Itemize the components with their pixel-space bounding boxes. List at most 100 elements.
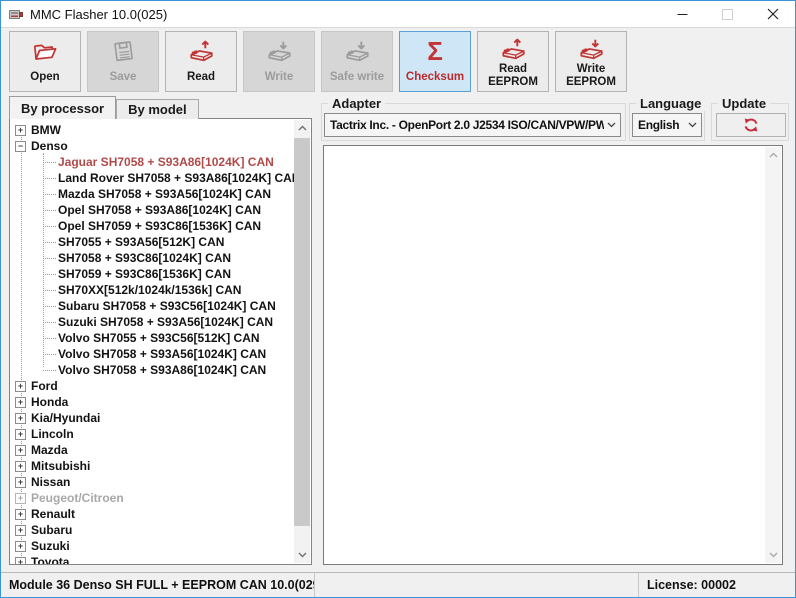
read-button[interactable]: Read xyxy=(165,31,237,92)
tree-node[interactable]: + Mitsubishi xyxy=(10,458,294,474)
tree-node[interactable]: + Peugeot/Citroen xyxy=(10,490,294,506)
tree-node[interactable]: SH7058 + S93C86[1024K] CAN xyxy=(10,250,294,266)
tree-node[interactable]: Volvo SH7058 + S93A56[1024K] CAN xyxy=(10,346,294,362)
maximize-button[interactable] xyxy=(705,1,750,27)
tree-node[interactable]: + Lincoln xyxy=(10,426,294,442)
tree-scrollbar[interactable] xyxy=(294,120,310,563)
tree-node[interactable]: + Kia/Hyundai xyxy=(10,410,294,426)
expand-toggle-icon[interactable]: + xyxy=(15,476,26,488)
output-text-area[interactable] xyxy=(323,145,783,565)
tree-node-label: Mazda SH7058 + S93A56[1024K] CAN xyxy=(58,187,272,201)
tree-node[interactable]: + Toyota xyxy=(10,554,294,565)
open-button[interactable]: Open xyxy=(9,31,81,92)
tree-node[interactable]: Mazda SH7058 + S93A56[1024K] CAN xyxy=(10,186,294,202)
left-tab-strip: By processor By model xyxy=(9,96,199,119)
tree-node[interactable]: Opel SH7059 + S93C86[1536K] CAN xyxy=(10,218,294,234)
language-select[interactable]: English xyxy=(632,113,702,137)
tree-node-label: Mitsubishi xyxy=(31,459,91,473)
write-button[interactable]: Write xyxy=(243,31,315,92)
tree-node-label: Volvo SH7058 + S93A86[1024K] CAN xyxy=(58,363,267,377)
expand-toggle-icon[interactable]: + xyxy=(15,380,26,392)
expand-toggle-icon[interactable]: + xyxy=(15,428,26,440)
checksum-button[interactable]: Σ Checksum xyxy=(399,31,471,92)
write-eeprom-button[interactable]: Write EEPROM xyxy=(555,31,627,92)
expand-toggle-icon[interactable]: + xyxy=(15,412,26,424)
language-selected-value: English xyxy=(638,118,680,132)
expand-toggle-icon[interactable]: + xyxy=(15,444,26,456)
close-button[interactable] xyxy=(750,1,795,27)
tree-node[interactable]: Volvo SH7058 + S93A86[1024K] CAN xyxy=(10,362,294,378)
language-label: Language xyxy=(636,96,706,111)
tree-node[interactable]: Subaru SH7058 + S93C56[1024K] CAN xyxy=(10,298,294,314)
tree-node[interactable]: + Renault xyxy=(10,506,294,522)
processor-tree-panel: + BMW − Denso Jaguar SH7058 + S93A86[1024K] … xyxy=(9,118,312,565)
tree-node-label: Toyota xyxy=(31,555,70,565)
tree-node-label: BMW xyxy=(31,123,61,137)
chip-arrow-up-icon xyxy=(187,36,215,66)
tree-connector xyxy=(43,369,56,371)
tree-node[interactable]: + Mazda xyxy=(10,442,294,458)
tree-node-label: Renault xyxy=(31,507,76,521)
tree-connector xyxy=(43,161,56,163)
tree-node[interactable]: + Suzuki xyxy=(10,538,294,554)
tree-node[interactable]: + Ford xyxy=(10,378,294,394)
tab-by-model[interactable]: By model xyxy=(116,99,199,119)
read-button-label: Read xyxy=(186,70,216,83)
tree-connector xyxy=(43,289,56,291)
tree-node[interactable]: SH70XX[512k/1024k/1536k] CAN xyxy=(10,282,294,298)
tree-node[interactable]: Land Rover SH7058 + S93A86[1024K] CAN xyxy=(10,170,300,186)
expand-toggle-icon[interactable]: + xyxy=(15,396,26,408)
tree-node[interactable]: Opel SH7058 + S93A86[1024K] CAN xyxy=(10,202,294,218)
tree-node[interactable]: Volvo SH7055 + S93C56[512K] CAN xyxy=(10,330,294,346)
minimize-button[interactable] xyxy=(660,1,705,27)
tree-node[interactable]: Jaguar SH7058 + S93A86[1024K] CAN xyxy=(10,154,294,170)
tree-node-label: SH7058 + S93C86[1024K] CAN xyxy=(58,251,232,265)
status-license-text: License: 00002 xyxy=(647,578,736,592)
expand-toggle-icon[interactable]: + xyxy=(15,124,26,136)
tree-node[interactable]: + Honda xyxy=(10,394,294,410)
tree-node-label: Peugeot/Citroen xyxy=(31,491,124,505)
tree-node[interactable]: + Nissan xyxy=(10,474,294,490)
scroll-up-icon[interactable] xyxy=(765,147,781,163)
scrollbar-thumb[interactable] xyxy=(294,138,310,526)
main-content: By processor By model + BMW − Denso Jaguar S… xyxy=(1,95,795,572)
tree-guide-line xyxy=(43,153,44,367)
tree-node[interactable]: SH7059 + S93C86[1536K] CAN xyxy=(10,266,294,282)
scroll-up-icon[interactable] xyxy=(294,120,310,136)
update-button[interactable] xyxy=(716,113,786,137)
save-button[interactable]: Save xyxy=(87,31,159,92)
expand-toggle-icon[interactable]: + xyxy=(15,556,26,564)
tree-node-label: Opel SH7058 + S93A86[1024K] CAN xyxy=(58,203,262,217)
tree-node[interactable]: + BMW xyxy=(10,122,294,138)
tree-node[interactable]: + Subaru xyxy=(10,522,294,538)
adapter-select[interactable]: Tactrix Inc. - OpenPort 2.0 J2534 ISO/CA… xyxy=(324,113,621,137)
expand-toggle-icon[interactable]: + xyxy=(15,492,26,504)
tree-node[interactable]: − Denso xyxy=(10,138,294,154)
tree-node[interactable]: Suzuki SH7058 + S93A56[1024K] CAN xyxy=(10,314,294,330)
tree-node-label: SH70XX[512k/1024k/1536k] CAN xyxy=(58,283,242,297)
expand-toggle-icon[interactable]: + xyxy=(15,540,26,552)
scroll-down-icon[interactable] xyxy=(294,547,310,563)
tree-connector xyxy=(43,321,56,323)
tree-node-label: Opel SH7059 + S93C86[1536K] CAN xyxy=(58,219,262,233)
tree-node-label: Ford xyxy=(31,379,58,393)
expand-toggle-icon[interactable]: + xyxy=(15,508,26,520)
output-scrollbar[interactable] xyxy=(765,147,781,563)
tab-by-processor[interactable]: By processor xyxy=(9,96,117,119)
status-bar: Module 36 Denso SH FULL + EEPROM CAN 10.… xyxy=(1,572,795,597)
read-eeprom-button[interactable]: Read EEPROM xyxy=(477,31,549,92)
safe-write-button[interactable]: Safe write xyxy=(321,31,393,92)
tree-connector xyxy=(43,305,56,307)
title-bar: MMC Flasher 10.0(025) xyxy=(1,1,795,28)
safe-write-button-label: Safe write xyxy=(329,70,385,83)
chevron-down-icon xyxy=(688,122,697,128)
tree-node-label: Denso xyxy=(31,139,68,153)
scroll-down-icon[interactable] xyxy=(765,547,781,563)
tree-node[interactable]: SH7055 + S93A56[512K] CAN xyxy=(10,234,294,250)
language-group: Language English xyxy=(629,96,706,141)
app-icon xyxy=(8,6,24,22)
expand-toggle-icon[interactable]: + xyxy=(15,460,26,472)
chip-arrow-down-icon xyxy=(265,36,293,66)
expand-toggle-icon[interactable]: + xyxy=(15,524,26,536)
collapse-toggle-icon[interactable]: − xyxy=(15,140,26,152)
